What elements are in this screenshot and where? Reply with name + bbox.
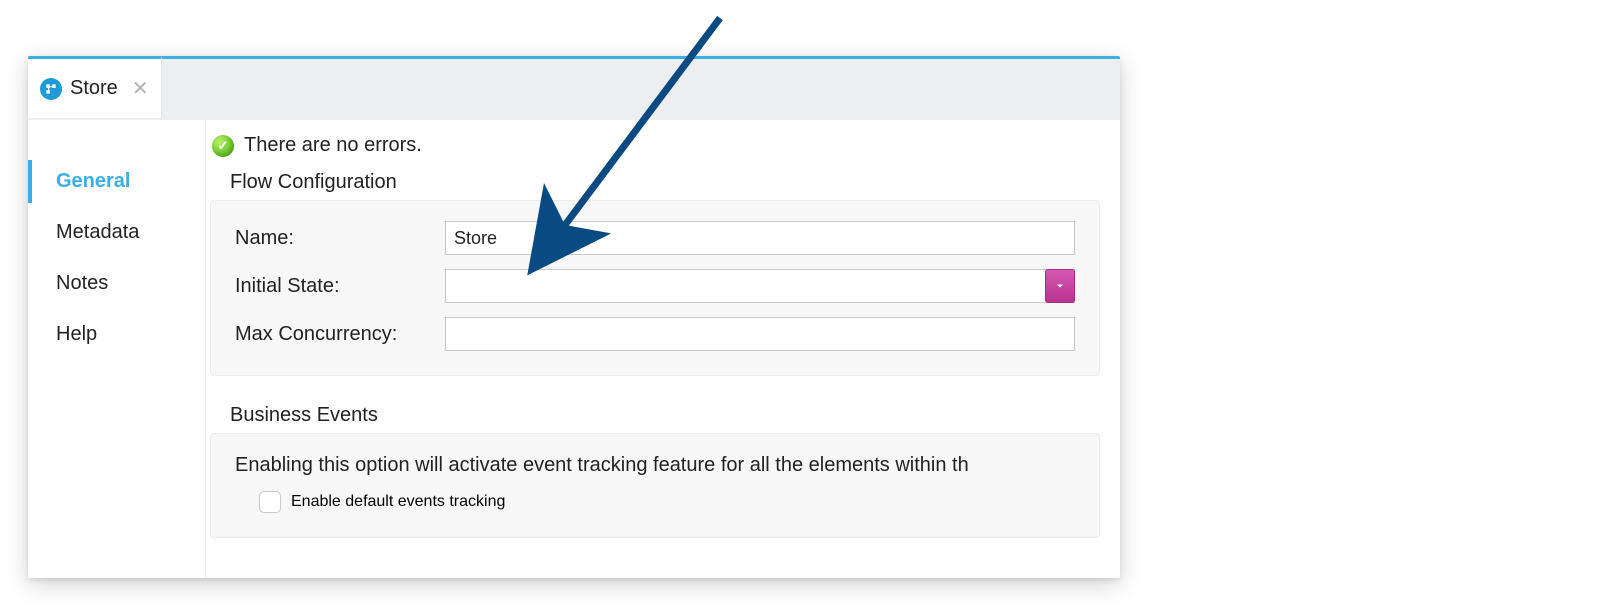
business-events-description: Enabling this option will activate event… — [235, 454, 1099, 477]
sidebar-item-label: Metadata — [56, 221, 139, 243]
name-input[interactable] — [445, 221, 1075, 255]
tab-bar: Store ✕ — [28, 56, 1120, 120]
sidebar-item-label: Help — [56, 323, 97, 345]
max-concurrency-input[interactable] — [445, 317, 1075, 351]
initial-state-label: Initial State: — [235, 275, 445, 298]
sidebar-item-label: Notes — [56, 272, 108, 294]
flow-config-section: Name: Initial State: Max Concurrency: — [210, 200, 1100, 376]
enable-tracking-checkbox[interactable] — [259, 491, 281, 513]
business-events-title: Business Events — [206, 396, 1120, 433]
tab-label: Store — [70, 77, 118, 100]
initial-state-combo — [445, 269, 1075, 303]
status-message: There are no errors. — [244, 134, 422, 157]
sidebar-item-general[interactable]: General — [28, 160, 205, 203]
sidebar-item-notes[interactable]: Notes — [28, 262, 205, 305]
sidebar: General Metadata Notes Help — [28, 120, 206, 578]
initial-state-row: Initial State: — [235, 269, 1075, 303]
sidebar-item-metadata[interactable]: Metadata — [28, 211, 205, 254]
name-row: Name: — [235, 221, 1075, 255]
editor-panel: Store ✕ General Metadata Notes Help Ther… — [28, 56, 1120, 578]
enable-tracking-row: Enable default events tracking — [235, 491, 1099, 513]
sidebar-item-help[interactable]: Help — [28, 313, 205, 356]
max-concurrency-row: Max Concurrency: — [235, 317, 1075, 351]
close-icon[interactable]: ✕ — [132, 76, 149, 101]
dropdown-button[interactable] — [1045, 269, 1075, 303]
initial-state-input[interactable] — [445, 269, 1075, 303]
status-row: There are no errors. — [206, 134, 1120, 163]
name-label: Name: — [235, 227, 445, 250]
panel-body: General Metadata Notes Help There are no… — [28, 120, 1120, 578]
flow-config-title: Flow Configuration — [206, 163, 1120, 200]
flow-icon — [40, 78, 62, 100]
tab-store[interactable]: Store ✕ — [28, 56, 162, 118]
content-area: There are no errors. Flow Configuration … — [206, 120, 1120, 578]
ok-icon — [212, 135, 234, 157]
enable-tracking-label: Enable default events tracking — [291, 493, 505, 511]
max-concurrency-label: Max Concurrency: — [235, 323, 445, 346]
sidebar-item-label: General — [56, 170, 130, 192]
business-events-section: Enabling this option will activate event… — [210, 433, 1100, 538]
chevron-down-icon — [1054, 280, 1066, 292]
